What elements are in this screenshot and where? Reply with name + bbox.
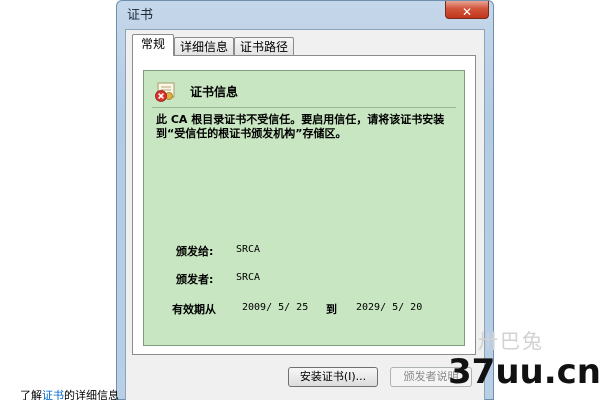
- close-button[interactable]: ✕: [445, 1, 489, 19]
- tab-details[interactable]: 详细信息: [174, 37, 234, 55]
- issued-by-label: 颁发者:: [176, 273, 214, 286]
- validity-row: 有效期从 2009/ 5/ 25 到 2029/ 5/ 20: [166, 301, 456, 316]
- info-title: 证书信息: [190, 85, 239, 99]
- learn-more-suffix: 的详细信息: [64, 389, 119, 400]
- learn-more-row: 了解证书的详细信息: [20, 387, 119, 400]
- certificate-error-icon: [155, 82, 175, 102]
- screenshot-stage: 证书 ✕ 常规 详细信息 证书路径 证书信息 此 CA 根目录证书不受信任。要启…: [0, 0, 600, 400]
- close-icon: ✕: [461, 5, 473, 19]
- issued-by-value: SRCA: [236, 272, 261, 283]
- issued-to-value: SRCA: [236, 244, 261, 255]
- valid-from-value: 2009/ 5/ 25: [242, 302, 309, 313]
- info-divider: [152, 107, 456, 108]
- untrusted-warning: 此 CA 根目录证书不受信任。要启用信任，请将该证书安装到“受信任的根证书颁发机…: [156, 113, 445, 140]
- tab-general[interactable]: 常规: [132, 34, 174, 56]
- learn-more-prefix: 了解: [20, 389, 42, 400]
- watermark-faint-text: 卅巴兔: [478, 329, 544, 353]
- general-tab-panel: 证书信息 此 CA 根目录证书不受信任。要启用信任，请将该证书安装到“受信任的根…: [132, 55, 476, 355]
- valid-from-label: 有效期从: [172, 303, 216, 316]
- certificate-link[interactable]: 证书: [42, 389, 64, 400]
- watermark-logo: 37uu.cn: [448, 352, 600, 392]
- valid-to-value: 2029/ 5/ 20: [356, 302, 423, 313]
- install-certificate-button[interactable]: 安装证书(I)...: [288, 367, 378, 387]
- certificate-dialog: 证书 ✕ 常规 详细信息 证书路径 证书信息 此 CA 根目录证书不受信任。要启…: [116, 0, 494, 400]
- tab-cert-path[interactable]: 证书路径: [234, 37, 294, 55]
- valid-to-label: 到: [326, 303, 337, 316]
- title-bar[interactable]: 证书 ✕: [117, 1, 493, 23]
- issued-to-label: 颁发给:: [176, 245, 214, 258]
- dialog-client-area: 常规 详细信息 证书路径 证书信息 此 CA 根目录证书不受信任。要启用信任，请…: [125, 29, 485, 400]
- certificate-info-box: 证书信息 此 CA 根目录证书不受信任。要启用信任，请将该证书安装到“受信任的根…: [143, 70, 465, 346]
- window-title: 证书: [127, 8, 154, 23]
